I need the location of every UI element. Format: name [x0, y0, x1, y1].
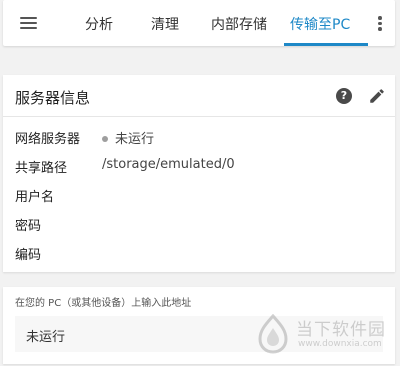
tab-analyze[interactable]: 分析 [85, 14, 113, 34]
help-icon[interactable]: ? [336, 88, 352, 104]
username-label: 用户名 [15, 190, 55, 205]
tab-clean[interactable]: 清理 [151, 14, 179, 34]
card-divider [3, 116, 395, 117]
watermark-text: 当下软件园 [296, 320, 386, 340]
selected-tab-indicator [284, 43, 368, 46]
web-server-label: 网络服务器 [15, 132, 81, 147]
watermark: 当下软件园 www.downxia.com [256, 312, 396, 356]
tab-transfer-to-pc[interactable]: 传输至PC [290, 14, 350, 34]
more-options-icon[interactable] [375, 13, 385, 33]
hamburger-menu-icon[interactable] [16, 12, 42, 34]
web-server-status-text: 未运行 [115, 132, 155, 147]
address-value: 未运行 [26, 330, 66, 345]
edit-pencil-icon[interactable] [368, 87, 386, 105]
encoding-label: 编码 [15, 248, 42, 263]
watermark-logo-icon [258, 314, 288, 354]
tab-internal-storage[interactable]: 内部存储 [211, 14, 267, 34]
server-info-title: 服务器信息 [15, 89, 91, 107]
top-app-bar: 分析 清理 内部存储 传输至PC [3, 0, 395, 46]
share-path-label: 共享路径 [15, 161, 68, 176]
address-hint: 在您的 PC（或其他设备）上输入此地址 [15, 298, 192, 309]
password-label: 密码 [15, 219, 42, 234]
watermark-url: www.downxia.com [298, 339, 382, 349]
status-dot-icon [102, 135, 108, 142]
web-server-status: 未运行 [102, 128, 154, 147]
share-path-value: /storage/emulated/0 [102, 157, 235, 172]
server-info-card: 服务器信息 ? 网络服务器 未运行 共享路径 /storage/emulated… [3, 75, 395, 272]
